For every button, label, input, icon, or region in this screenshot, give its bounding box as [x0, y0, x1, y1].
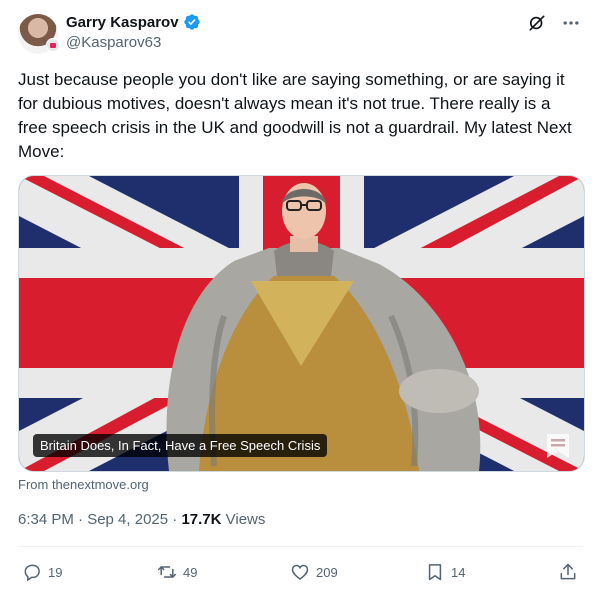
share-icon: [560, 563, 576, 580]
bookmark-count: 14: [451, 564, 466, 580]
tweet-meta: 6:34 PM · Sep 4, 2025 · 17.7K Views: [18, 511, 265, 528]
action-bar: 19 49 209 14: [18, 558, 583, 586]
like-count: 209: [316, 564, 338, 580]
views-label: Views: [221, 511, 266, 528]
more-icon[interactable]: [558, 10, 584, 36]
like-icon: [291, 564, 309, 581]
tweet-text: Just because people you don't like are s…: [18, 70, 572, 161]
reply-count: 19: [48, 564, 63, 580]
repost-count: 49: [183, 564, 198, 580]
bookmark-button[interactable]: 14: [425, 558, 465, 586]
repost-button[interactable]: 49: [157, 558, 197, 586]
reply-icon: [24, 564, 40, 582]
like-button[interactable]: 209: [290, 558, 338, 586]
union-jack-illustration: [19, 176, 584, 471]
card-source[interactable]: From thenextmove.org: [18, 477, 149, 492]
share-button[interactable]: [558, 558, 578, 586]
affiliate-badge-icon: [46, 38, 60, 52]
tweet-header-actions: [524, 10, 584, 36]
repost-icon: [157, 566, 177, 578]
timestamp[interactable]: 6:34 PM · Sep 4, 2025 ·: [18, 511, 181, 528]
bookmark-icon: [428, 564, 442, 581]
tweet: Garry Kasparov @Kasparov63 Just because …: [0, 0, 598, 594]
grok-icon[interactable]: [524, 10, 550, 36]
link-card[interactable]: Britain Does, In Fact, Have a Free Speec…: [18, 175, 585, 472]
author-row: Garry Kasparov: [66, 13, 201, 31]
author-handle[interactable]: @Kasparov63: [66, 34, 161, 51]
divider: [18, 546, 583, 547]
publication-logo-icon: [547, 434, 569, 458]
author-name[interactable]: Garry Kasparov: [66, 14, 179, 31]
views-count: 17.7K: [181, 511, 222, 528]
reply-button[interactable]: 19: [22, 558, 62, 586]
verified-icon: [183, 14, 200, 30]
card-caption: Britain Does, In Fact, Have a Free Speec…: [33, 434, 328, 457]
